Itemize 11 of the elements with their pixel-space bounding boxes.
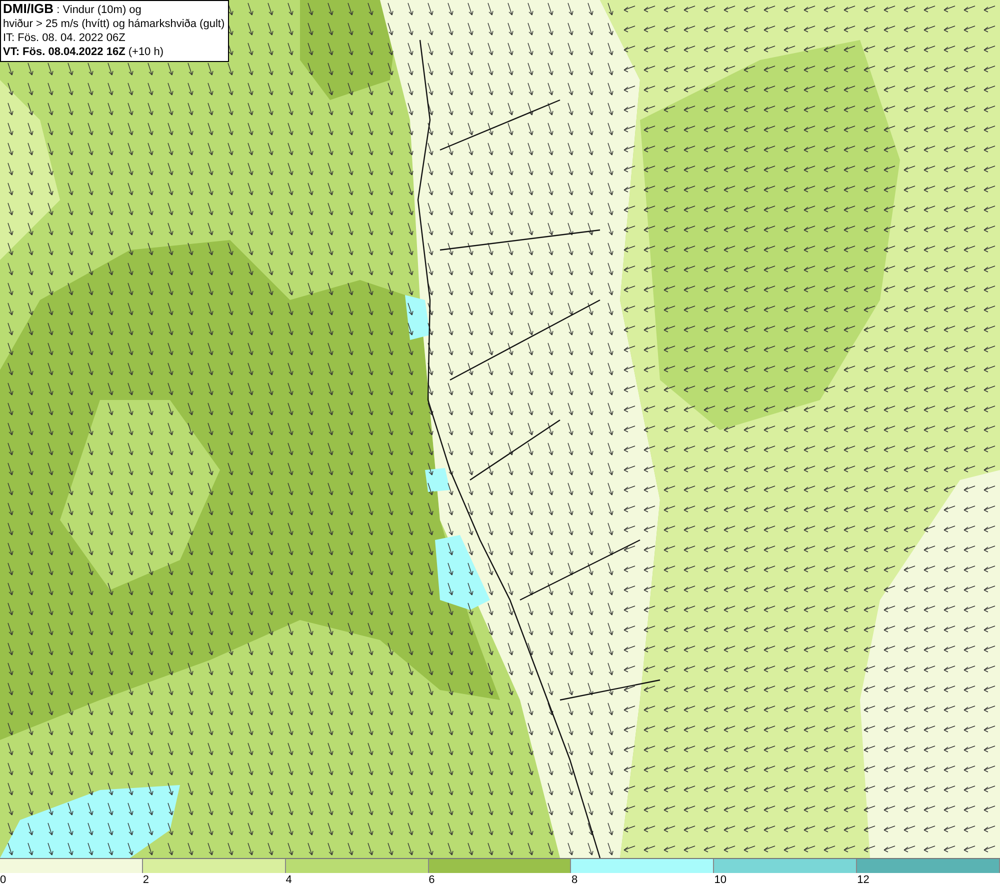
legend-label: 12 [857, 873, 870, 887]
legend-label: 8 [571, 873, 578, 887]
title-line: VT: Fös. 08.04.2022 16Z (+10 h) [3, 45, 165, 59]
legend-label: 10 [714, 873, 727, 887]
legend-label: 6 [428, 873, 435, 887]
legend-label: 0 [0, 873, 6, 887]
title-line: IT: Fös. 08. 04. 2022 06Z [3, 31, 126, 45]
title-line: DMI/IGB : Vindur (10m) og [3, 2, 142, 17]
title-line: hviður > 25 m/s (hvítt) og hámarkshviða (gult) [3, 17, 225, 31]
legend-label: 4 [286, 873, 292, 887]
legend-label: 2 [142, 873, 149, 887]
